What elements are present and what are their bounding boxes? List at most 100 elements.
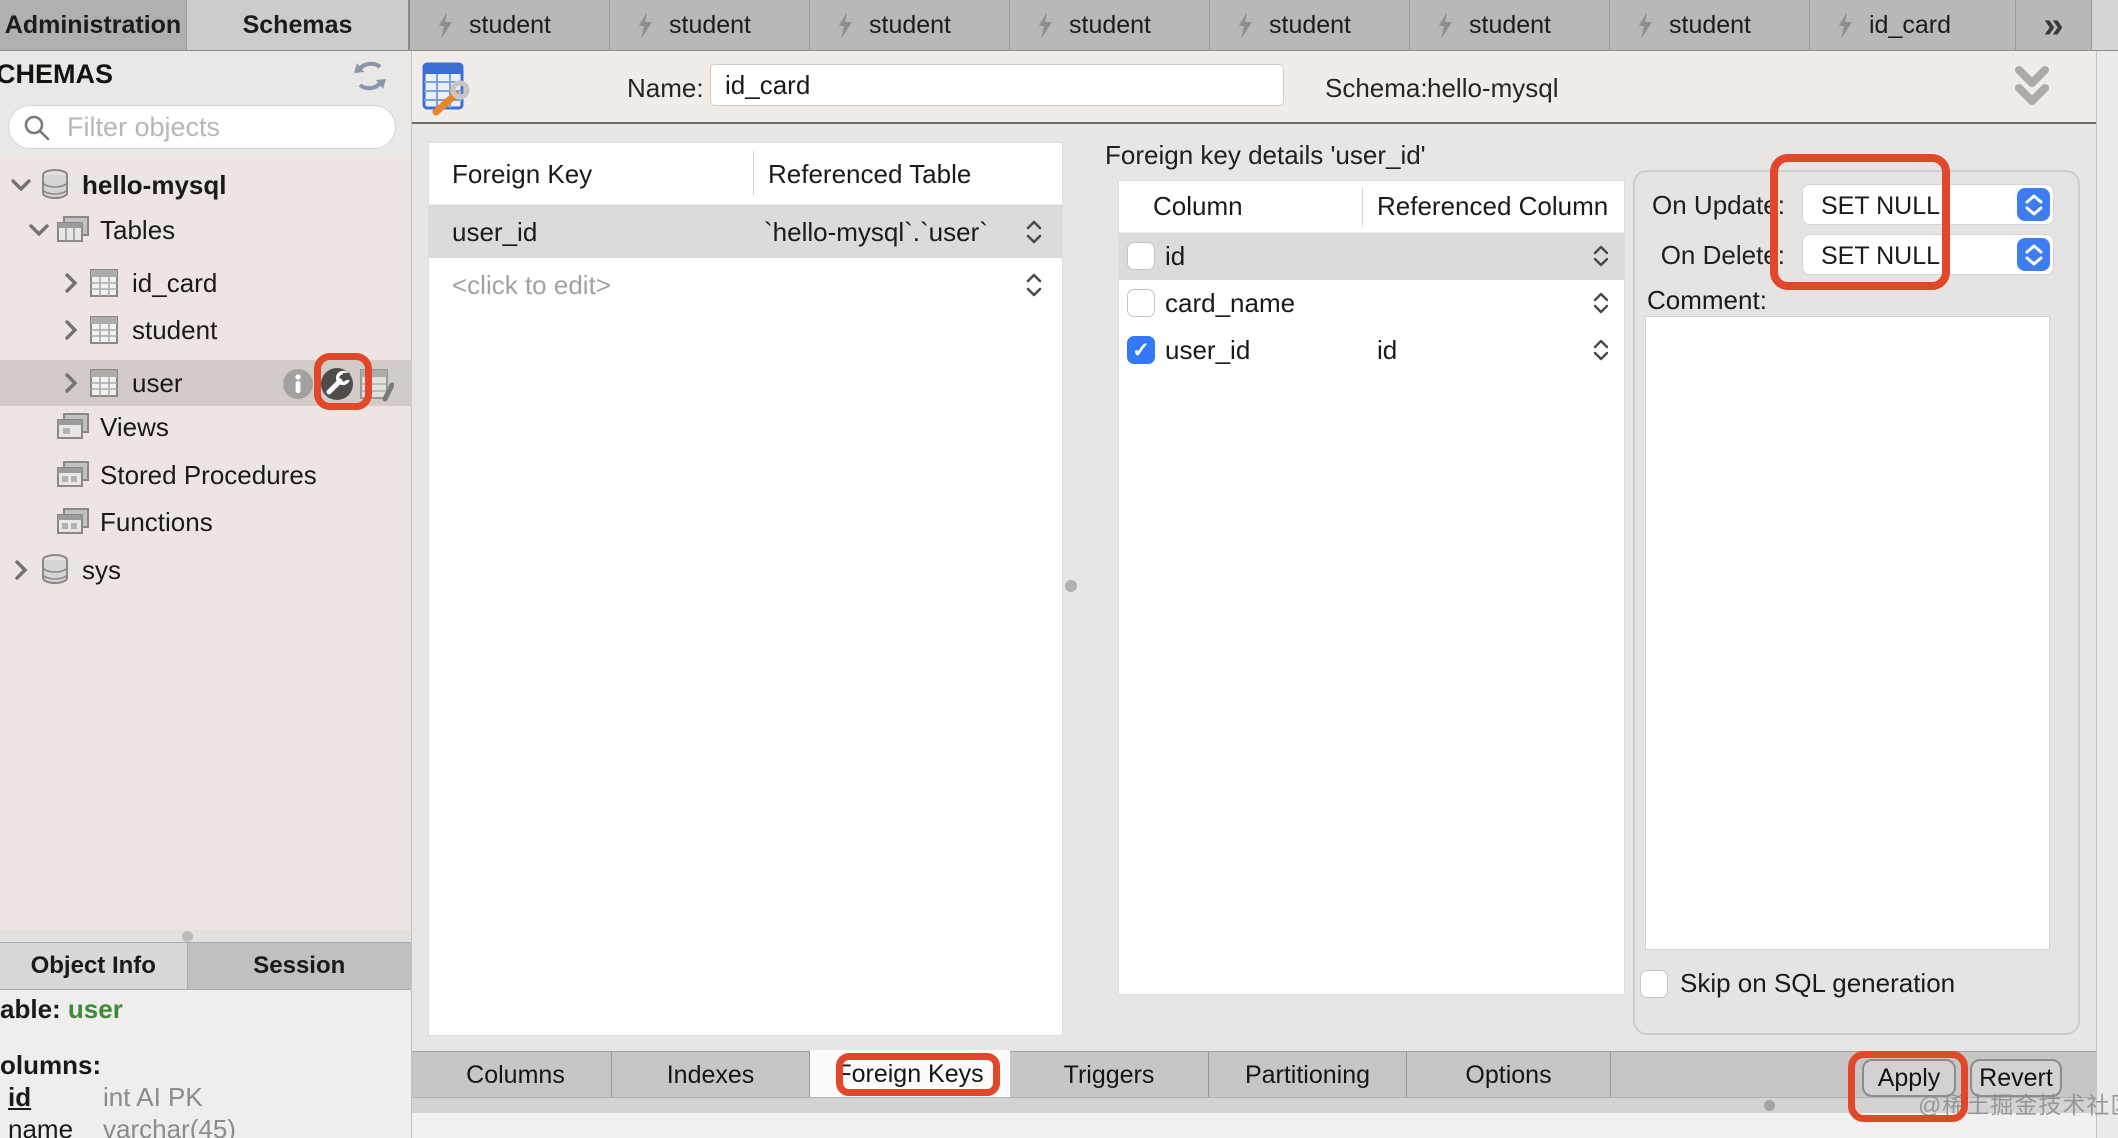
sidebar-splitter[interactable] xyxy=(0,930,411,942)
details-header: Column Referenced Column xyxy=(1119,181,1624,233)
on-update-select[interactable]: SET NULL xyxy=(1802,184,2054,225)
tab-foreign-keys[interactable]: Foreign Keys xyxy=(810,1050,1010,1098)
tab-administration[interactable]: Administration xyxy=(0,0,187,50)
column-name: id xyxy=(1165,241,1185,272)
fk-row-user-id[interactable]: user_id `hello-mysql`.`user` xyxy=(429,205,1062,258)
filter-objects-input[interactable] xyxy=(65,110,379,144)
filter-row xyxy=(0,100,411,156)
detail-row-user-id[interactable]: ✓ user_id id xyxy=(1119,327,1624,374)
tab-schemas[interactable]: Schemas xyxy=(187,0,410,50)
table-info-icon[interactable] xyxy=(280,366,316,402)
fk-row-new[interactable]: <click to edit> xyxy=(429,258,1062,311)
panel-splitter-handle[interactable] xyxy=(1065,580,1077,592)
tab-label: student xyxy=(1269,11,1351,40)
tree-item-student[interactable]: student xyxy=(0,307,412,353)
chevron-down-icon[interactable] xyxy=(22,223,56,237)
tree-label: sys xyxy=(82,555,121,586)
comment-textarea[interactable] xyxy=(1645,316,2050,950)
tab-triggers[interactable]: Triggers xyxy=(1010,1052,1209,1098)
on-delete-label: On Delete: xyxy=(1635,240,1785,271)
column-divider[interactable] xyxy=(1362,187,1363,227)
table-icon xyxy=(88,267,132,299)
column-name: id xyxy=(8,1082,31,1113)
referenced-column-value: id xyxy=(1377,335,1397,366)
collapse-header-chevrons-icon[interactable] xyxy=(2012,65,2052,109)
vertical-scrollbar[interactable] xyxy=(2096,51,2118,1138)
tab-columns[interactable]: Columns xyxy=(420,1052,612,1098)
tab-query-id-card[interactable]: id_card xyxy=(1810,0,2016,50)
checkbox-unchecked[interactable] xyxy=(1127,289,1155,317)
stepper-icon[interactable] xyxy=(1592,337,1610,370)
detail-row-id[interactable]: id xyxy=(1119,233,1624,280)
stepper-icon[interactable] xyxy=(1024,218,1044,253)
tab-partitioning[interactable]: Partitioning xyxy=(1209,1052,1407,1098)
tab-query-student-3[interactable]: student xyxy=(810,0,1010,50)
tree-item-functions[interactable]: Functions xyxy=(0,499,412,545)
stepper-icon[interactable] xyxy=(1592,290,1610,323)
tree-item-sys[interactable]: sys xyxy=(0,547,412,593)
tab-query-student-6[interactable]: student xyxy=(1410,0,1610,50)
on-update-label: On Update: xyxy=(1635,190,1785,221)
object-editor-toolbar: Name: Schema: hello-mysql xyxy=(412,51,2096,124)
column-divider[interactable] xyxy=(753,151,754,195)
table-editor-icon[interactable] xyxy=(358,365,394,403)
tab-query-student-1[interactable]: student xyxy=(410,0,610,50)
fk-details-title: Foreign key details 'user_id' xyxy=(1105,140,1426,171)
column-name: name xyxy=(8,1114,73,1138)
splitter-handle[interactable] xyxy=(1764,1100,1775,1111)
table-wrench-icon xyxy=(420,60,470,116)
chevron-down-icon[interactable] xyxy=(4,178,38,192)
tree-item-stored-procedures[interactable]: Stored Procedures xyxy=(0,452,412,498)
skip-sql-checkbox[interactable] xyxy=(1640,970,1668,998)
chevron-right-icon[interactable] xyxy=(54,319,88,341)
splitter-handle[interactable] xyxy=(182,931,193,942)
stepper-icon[interactable] xyxy=(1592,243,1610,276)
chevron-right-icon[interactable] xyxy=(54,372,88,394)
tree-label: Views xyxy=(100,412,169,443)
tab-session[interactable]: Session xyxy=(188,943,411,989)
tab-label: student xyxy=(1669,11,1751,40)
lightning-icon xyxy=(1836,12,1854,39)
tab-query-student-7[interactable]: student xyxy=(1610,0,1810,50)
tab-options[interactable]: Options xyxy=(1407,1052,1611,1098)
refresh-schemas-icon[interactable] xyxy=(352,59,388,93)
tab-indexes[interactable]: Indexes xyxy=(612,1052,810,1098)
referenced-table-header: Referenced Table xyxy=(768,159,971,190)
tree-item-tables[interactable]: Tables xyxy=(0,207,412,253)
tab-object-info[interactable]: Object Info xyxy=(0,943,188,989)
stepper-icon[interactable] xyxy=(1024,271,1044,306)
tab-query-student-2[interactable]: student xyxy=(610,0,810,50)
fk-placeholder: <click to edit> xyxy=(452,270,611,301)
object-info-table-line: able: user xyxy=(0,994,123,1025)
fk-options-panel: On Update: SET NULL On Delete: SET NULL … xyxy=(1633,170,2080,1035)
table-name-value: user xyxy=(68,994,123,1024)
tab-label: student xyxy=(1469,11,1551,40)
comment-label: Comment: xyxy=(1647,285,1767,316)
mysql-workbench-window: Administration Schemas student student s… xyxy=(0,0,2118,1138)
detail-row-card-name[interactable]: card_name xyxy=(1119,280,1624,327)
tree-item-id-card[interactable]: id_card xyxy=(0,260,412,306)
on-delete-select[interactable]: SET NULL xyxy=(1802,234,2054,275)
bottom-scroll-strip[interactable] xyxy=(412,1097,2096,1113)
checkbox-checked[interactable]: ✓ xyxy=(1127,336,1155,364)
filter-objects-box[interactable] xyxy=(8,105,396,149)
lightning-icon xyxy=(436,12,454,39)
tree-item-hello-mysql[interactable]: hello-mysql xyxy=(0,162,412,208)
stored-procedures-folder-icon xyxy=(56,459,100,491)
table-name-input[interactable] xyxy=(710,64,1284,106)
search-icon xyxy=(23,114,51,142)
tab-query-student-5[interactable]: student xyxy=(1210,0,1410,50)
chevron-right-icon[interactable] xyxy=(54,272,88,294)
tab-query-student-4[interactable]: student xyxy=(1010,0,1210,50)
chevron-right-icon[interactable] xyxy=(4,559,38,581)
on-delete-value: SET NULL xyxy=(1821,242,1940,271)
fk-list-header: Foreign Key Referenced Table xyxy=(429,143,1062,205)
tab-overflow-button[interactable]: » xyxy=(2016,0,2092,50)
checkbox-unchecked[interactable] xyxy=(1127,242,1155,270)
table-icon xyxy=(88,367,132,399)
tree-item-views[interactable]: Views xyxy=(0,404,412,450)
tab-label: id_card xyxy=(1869,11,1951,40)
table-maintenance-wrench-icon[interactable] xyxy=(318,365,356,403)
sidebar-header: CHEMAS xyxy=(0,51,411,100)
tree-item-user[interactable]: user xyxy=(0,360,412,406)
